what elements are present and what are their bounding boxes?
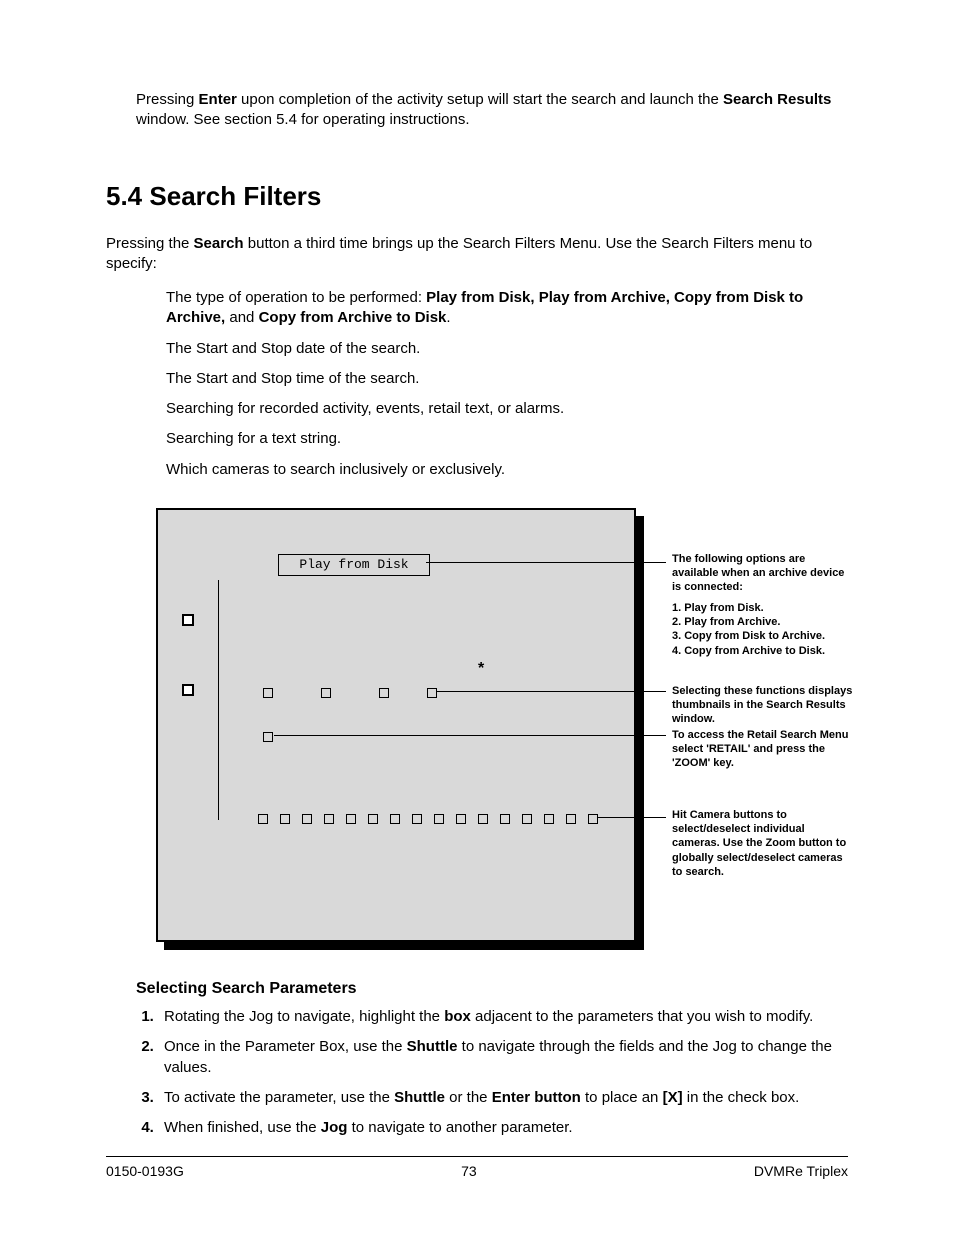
text: Pressing the [106, 235, 194, 252]
guide-line [218, 580, 219, 820]
section-heading: 5.4 Search Filters [106, 181, 848, 212]
star-marker: * [478, 660, 484, 678]
camera-checkbox-icon [500, 814, 510, 824]
text-bold: Search Results [723, 91, 831, 108]
camera-checkbox-icon [302, 814, 312, 824]
search-filters-panel: Play from Disk * [156, 508, 636, 942]
text: upon completion of the activity setup wi… [237, 91, 723, 108]
text: Hit Camera buttons to select/deselect in… [672, 808, 854, 879]
operation-select-box: Play from Disk [278, 554, 430, 576]
camera-checkbox-icon [588, 814, 598, 824]
camera-checkbox-icon [544, 814, 554, 824]
checkbox-icon [427, 688, 437, 698]
text: or the [445, 1089, 492, 1106]
text: adjacent to the parameters that you wish… [471, 1008, 813, 1025]
footer-product: DVMRe Triplex [754, 1163, 848, 1179]
camera-checkbox-icon [346, 814, 356, 824]
camera-checkbox-icon [478, 814, 488, 824]
text: To activate the parameter, use the [164, 1089, 394, 1106]
diagram-annotation-cameras: Hit Camera buttons to select/deselect in… [672, 808, 854, 885]
text: and [225, 309, 258, 326]
section-number: 5.4 [106, 181, 142, 211]
checkbox-icon [263, 688, 273, 698]
text-bold: Enter [199, 91, 237, 108]
text: 4. Copy from Archive to Disk. [672, 644, 854, 658]
bullet-item: Which cameras to search inclusively or e… [166, 460, 848, 480]
text: 3. Copy from Disk to Archive. [672, 629, 854, 643]
bullet-item: The type of operation to be performed: P… [166, 288, 848, 329]
page-footer: 0150-0193G 73 DVMRe Triplex [106, 1163, 848, 1179]
text-bold: Enter button [492, 1089, 581, 1106]
step-item: Once in the Parameter Box, use the Shutt… [158, 1036, 848, 1080]
text: Rotating the Jog to navigate, highlight … [164, 1008, 444, 1025]
bullet-item: The Start and Stop date of the search. [166, 339, 848, 359]
text-bold: [X] [663, 1089, 683, 1106]
text: window. See section 5.4 for operating in… [136, 111, 470, 128]
text: Once in the Parameter Box, use the [164, 1038, 407, 1055]
checkbox-icon [182, 614, 194, 626]
checkbox-icon [182, 684, 194, 696]
bullet-item: Searching for recorded activity, events,… [166, 399, 848, 419]
lead-paragraph: Pressing the Search button a third time … [106, 234, 848, 275]
connector-line [598, 817, 666, 818]
document-page: Pressing Enter upon completion of the ac… [0, 0, 954, 1235]
footer-rule [106, 1156, 848, 1157]
bullet-item: Searching for a text string. [166, 429, 848, 449]
connector-line [274, 735, 666, 736]
checkbox-icon [321, 688, 331, 698]
text-bold: box [444, 1008, 471, 1025]
connector-line [436, 691, 666, 692]
text: The type of operation to be performed: [166, 289, 426, 306]
subheading: Selecting Search Parameters [136, 980, 848, 998]
text: . [446, 309, 450, 326]
camera-checkbox-icon [456, 814, 466, 824]
camera-checkbox-icon [390, 814, 400, 824]
text-bold: Jog [321, 1119, 348, 1136]
connector-line [426, 562, 666, 563]
footer-doc-id: 0150-0193G [106, 1163, 184, 1179]
checkbox-icon [263, 732, 273, 742]
diagram-annotation-thumbnails: Selecting these functions displays thumb… [672, 684, 854, 733]
diagram-annotation-retail: To access the Retail Search Menu select … [672, 728, 854, 777]
text: To access the Retail Search Menu select … [672, 728, 854, 771]
text-bold: Copy from Archive to Disk [259, 309, 447, 326]
camera-checkbox-icon [434, 814, 444, 824]
text-bold: Search [194, 235, 244, 252]
camera-checkbox-icon [522, 814, 532, 824]
camera-checkbox-icon [412, 814, 422, 824]
footer-page-number: 73 [461, 1163, 477, 1179]
step-item: To activate the parameter, use the Shutt… [158, 1087, 848, 1109]
camera-checkbox-icon [368, 814, 378, 824]
text: to place an [581, 1089, 663, 1106]
camera-checkbox-icon [280, 814, 290, 824]
text-bold: Shuttle [394, 1089, 445, 1106]
checkbox-icon [379, 688, 389, 698]
steps-list: Rotating the Jog to navigate, highlight … [136, 1006, 848, 1139]
text: When finished, use the [164, 1119, 321, 1136]
bullet-list: The type of operation to be performed: P… [166, 288, 848, 480]
diagram-annotation-options: The following options are available when… [672, 552, 854, 658]
camera-checkbox-icon [324, 814, 334, 824]
bullet-item: The Start and Stop time of the search. [166, 369, 848, 389]
text: The following options are available when… [672, 552, 854, 595]
text: Pressing [136, 91, 199, 108]
step-item: When finished, use the Jog to navigate t… [158, 1117, 848, 1139]
text: to navigate to another parameter. [347, 1119, 572, 1136]
camera-checkbox-icon [258, 814, 268, 824]
camera-checkbox-icon [566, 814, 576, 824]
section-title: Search Filters [149, 181, 321, 211]
intro-paragraph: Pressing Enter upon completion of the ac… [136, 90, 848, 131]
text: Selecting these functions displays thumb… [672, 684, 854, 727]
step-item: Rotating the Jog to navigate, highlight … [158, 1006, 848, 1028]
text: in the check box. [683, 1089, 800, 1106]
text-bold: Shuttle [407, 1038, 458, 1055]
text: 2. Play from Archive. [672, 615, 854, 629]
text: 1. Play from Disk. [672, 601, 854, 615]
search-filters-diagram: Play from Disk * [156, 508, 848, 950]
